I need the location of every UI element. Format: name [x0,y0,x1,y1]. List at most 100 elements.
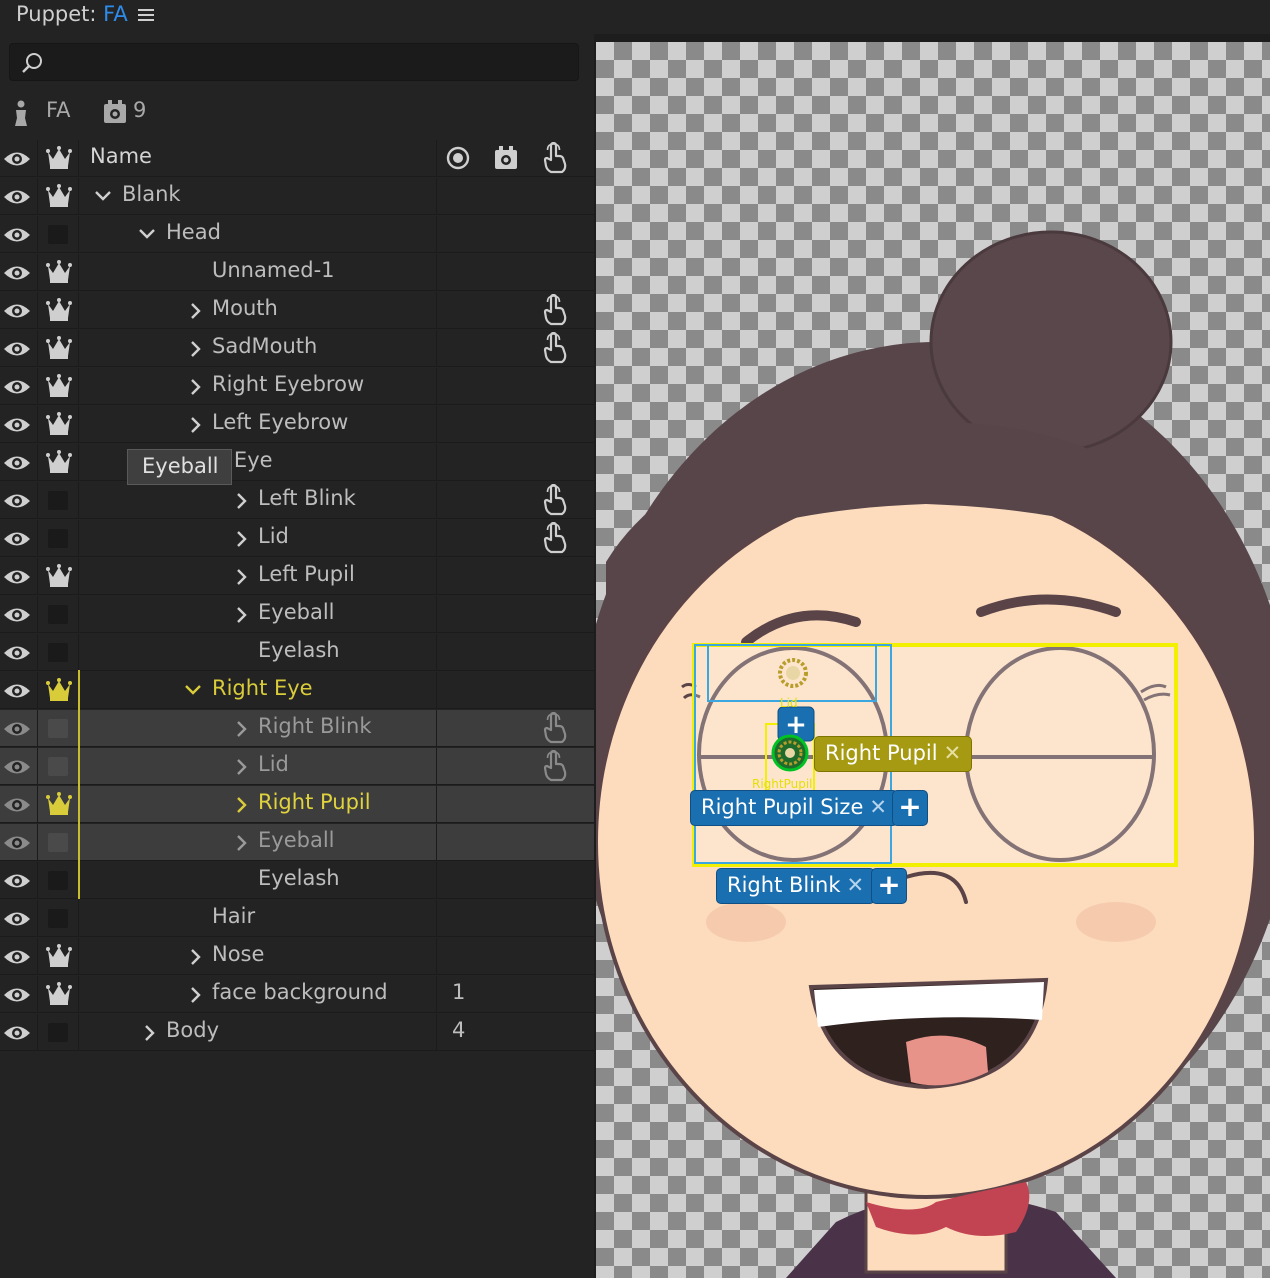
crown-cell[interactable] [39,710,79,747]
visibility-eye-icon[interactable] [3,1024,31,1042]
warp-toggle-box[interactable] [48,643,68,662]
puppet-name-link[interactable]: FA [103,2,128,26]
tree-row[interactable]: Mouth [0,292,594,329]
visibility-eye-icon[interactable] [3,644,31,662]
visibility-cell[interactable] [0,824,38,861]
tree-row[interactable]: Eyeball [0,596,594,633]
right-pupil-tag[interactable]: Right Pupil ✕ [814,736,973,772]
visibility-cell[interactable] [0,406,38,443]
name-cell[interactable]: Left Blink [80,482,437,519]
warp-toggle-box[interactable] [48,491,68,510]
visibility-eye-icon[interactable] [3,340,31,358]
visibility-eye-icon[interactable] [3,264,31,282]
visibility-cell[interactable] [0,862,38,899]
crown-cell[interactable] [39,216,79,253]
crown-icon[interactable] [46,564,72,588]
crown-icon[interactable] [46,374,72,398]
right-pupil-size-tag[interactable]: Right Pupil Size ✕ [690,790,898,826]
crown-cell[interactable] [39,862,79,899]
crown-cell[interactable] [39,368,79,405]
visibility-cell[interactable] [0,786,38,823]
visibility-eye-icon[interactable] [3,378,31,396]
hamburger-menu-icon[interactable] [138,6,154,24]
visibility-column-header[interactable] [0,140,38,177]
warp-toggle-box[interactable] [48,719,68,738]
tree-row[interactable]: Eyeball [0,822,594,861]
crown-cell[interactable] [39,482,79,519]
visibility-cell[interactable] [0,976,38,1013]
search-box[interactable] [9,43,579,81]
crown-cell[interactable] [39,748,79,785]
tree-row[interactable]: Body 4 [0,1014,594,1051]
tree-row[interactable]: Right Pupil [0,784,594,823]
tree-row[interactable]: Lid [0,520,594,557]
chevron-right-icon[interactable] [188,986,202,1004]
warp-toggle-box[interactable] [48,1023,68,1042]
crown-cell[interactable] [39,254,79,291]
visibility-eye-icon[interactable] [3,454,31,472]
visibility-eye-icon[interactable] [3,720,31,738]
crown-cell[interactable] [39,1014,79,1051]
name-cell[interactable]: Right Blink [78,708,437,747]
visibility-eye-icon[interactable] [3,568,31,586]
close-icon[interactable]: ✕ [869,795,887,819]
warp-toggle-box[interactable] [48,757,68,776]
visibility-eye-icon[interactable] [3,872,31,890]
scene-canvas[interactable]: + Lid RightPupil Right Pupil ✕ Right Pupi… [596,42,1270,1278]
tree-row[interactable]: Right Blink [0,708,594,747]
tree-row[interactable]: SadMouth [0,330,594,367]
crown-cell[interactable] [39,558,79,595]
crown-icon[interactable] [46,678,72,702]
visibility-eye-icon[interactable] [3,682,31,700]
crown-icon[interactable] [46,260,72,284]
name-cell[interactable]: Blank [80,178,437,215]
name-cell[interactable]: Lid [78,746,437,785]
name-cell[interactable]: Eyelash [80,634,437,671]
tree-row[interactable]: Left Eyebrow [0,406,594,443]
crown-icon[interactable] [46,944,72,968]
visibility-eye-icon[interactable] [3,530,31,548]
crown-cell[interactable] [39,900,79,937]
crown-cell[interactable] [39,976,79,1013]
tree-row[interactable]: Lid [0,746,594,785]
crown-cell[interactable] [39,596,79,633]
search-input[interactable] [54,48,564,76]
crown-icon[interactable] [46,450,72,474]
crown-cell[interactable] [39,406,79,443]
chevron-down-icon[interactable] [184,682,202,698]
crown-cell[interactable] [39,292,79,329]
crown-icon[interactable] [46,792,72,816]
visibility-cell[interactable] [0,520,38,557]
tree-row[interactable]: Eyelash [0,634,594,671]
crown-cell[interactable] [39,824,79,861]
visibility-cell[interactable] [0,634,38,671]
name-cell[interactable]: face background [80,976,437,1013]
crown-icon[interactable] [46,298,72,322]
crown-icon[interactable] [46,412,72,436]
tree-row[interactable]: Blank [0,178,594,215]
tree-row[interactable]: Left Blink [0,482,594,519]
crown-cell[interactable] [39,178,79,215]
name-cell[interactable]: Hair [80,900,437,937]
chevron-right-icon[interactable] [234,568,248,586]
warp-toggle-box[interactable] [48,225,68,244]
warp-toggle-box[interactable] [48,605,68,624]
visibility-cell[interactable] [0,672,38,709]
chevron-right-icon[interactable] [188,948,202,966]
right-blink-tag[interactable]: Right Blink ✕ [716,868,876,904]
visibility-eye-icon[interactable] [3,226,31,244]
tree-row[interactable]: Nose [0,938,594,975]
visibility-cell[interactable] [0,482,38,519]
name-cell[interactable]: Mouth [80,292,437,329]
visibility-cell[interactable] [0,748,38,785]
name-cell[interactable]: Head [80,216,437,253]
crown-icon[interactable] [46,146,72,170]
crown-cell[interactable] [39,786,79,823]
chevron-down-icon[interactable] [138,226,156,242]
visibility-cell[interactable] [0,292,38,329]
visibility-cell[interactable] [0,596,38,633]
visibility-eye-icon[interactable] [3,188,31,206]
chevron-right-icon[interactable] [234,606,248,624]
chevron-right-icon[interactable] [188,416,202,434]
visibility-eye-icon[interactable] [3,834,31,852]
